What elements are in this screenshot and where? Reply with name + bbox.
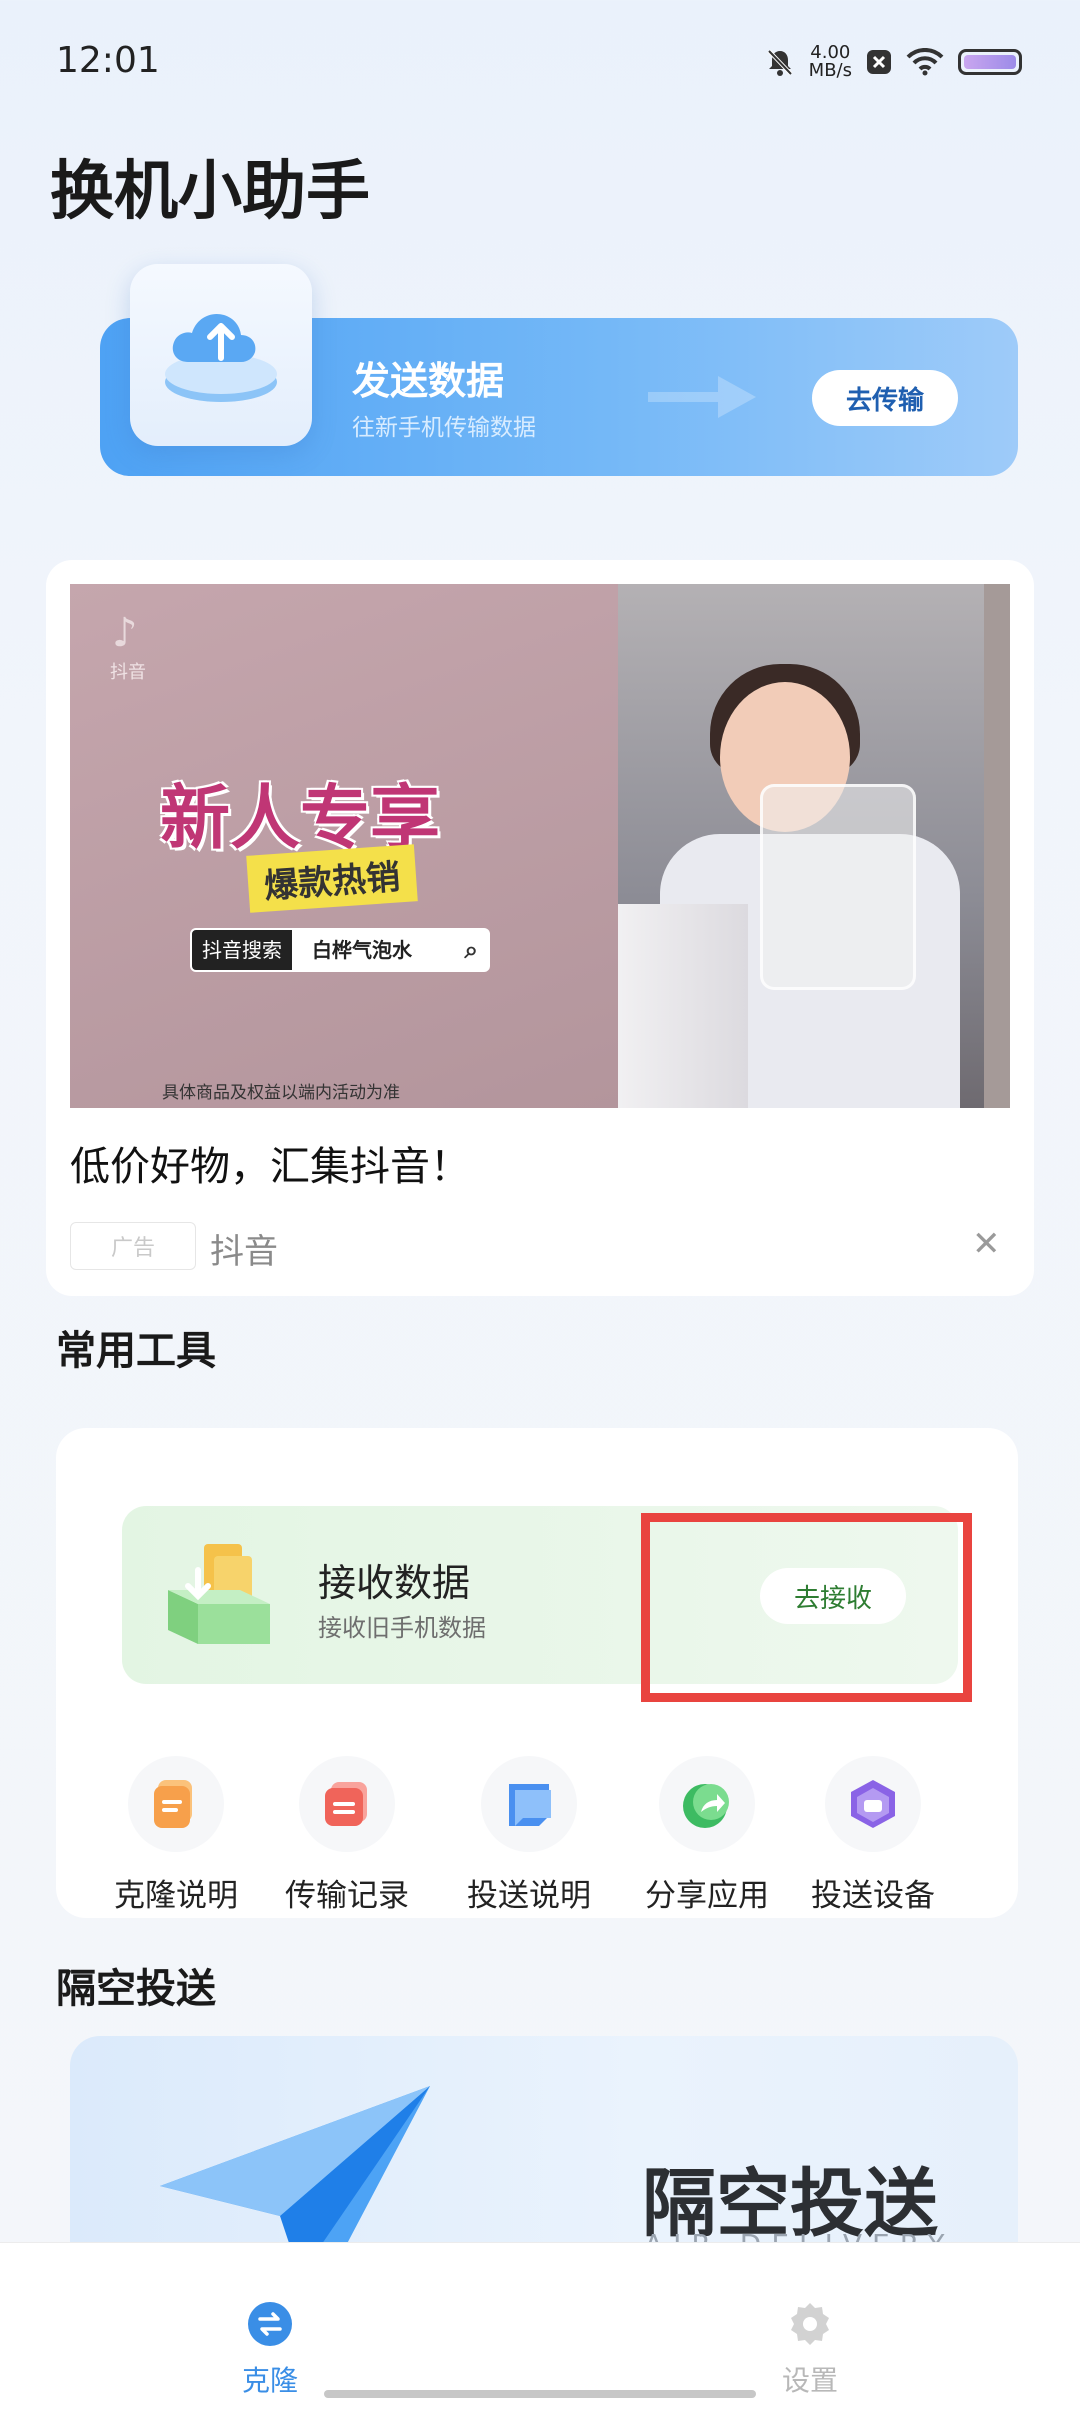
tool-delivery-device[interactable]: 投送设备 — [788, 1756, 958, 1915]
tab-clone[interactable]: 克隆 — [170, 2301, 370, 2399]
clone-doc-icon — [128, 1756, 224, 1852]
delivery-doc-icon — [481, 1756, 577, 1852]
receive-card-title: 接收数据 — [318, 1561, 471, 1605]
arrow-right-icon — [648, 376, 756, 418]
battery-icon — [958, 49, 1022, 75]
ad-search-value: 白桦气泡水 — [292, 930, 488, 970]
tool-label: 投送设备 — [811, 1878, 935, 1914]
ad-caption[interactable]: 低价好物，汇集抖音！ — [70, 1134, 470, 1192]
tool-share-app[interactable]: 分享应用 — [622, 1756, 792, 1915]
tab-label: 设置 — [781, 2364, 838, 2397]
douyin-logo-icon: ♪ — [112, 610, 138, 656]
transfer-record-icon — [299, 1756, 395, 1852]
wifi-icon — [906, 48, 944, 76]
home-indicator[interactable] — [324, 2390, 756, 2398]
highlight-box — [641, 1513, 972, 1702]
send-go-button[interactable]: 去传输 — [812, 370, 958, 426]
notification-x-icon — [867, 50, 891, 74]
tool-label: 分享应用 — [645, 1878, 769, 1914]
network-speed: 4.00 MB/s — [809, 44, 852, 80]
ad-cans — [618, 904, 748, 1108]
air-section-title: 隔空投送 — [56, 1966, 216, 2012]
send-card-title: 发送数据 — [352, 359, 505, 403]
tool-clone-guide[interactable]: 克隆说明 — [91, 1756, 261, 1915]
status-time: 12:01 — [56, 40, 160, 81]
ad-subheadline: 爆款热销 — [246, 844, 418, 913]
cloud-upload-icon — [130, 264, 312, 446]
share-app-icon — [659, 1756, 755, 1852]
ad-disclaimer: 具体商品及权益以端内活动为准 — [162, 1083, 400, 1103]
status-icons: 4.00 MB/s — [765, 44, 1022, 80]
mute-bell-icon — [767, 49, 793, 76]
speed-unit: MB/s — [808, 60, 852, 81]
page-title: 换机小助手 — [50, 155, 370, 229]
receive-box-icon — [168, 1544, 270, 1644]
ad-logo-name: 抖音 — [110, 662, 146, 683]
close-icon[interactable]: ✕ — [972, 1224, 1001, 1264]
gear-icon — [791, 2303, 829, 2345]
ad-badge: 广告 — [70, 1222, 196, 1270]
tool-label: 传输记录 — [285, 1878, 409, 1914]
ad-badge-label: 广告 — [110, 1236, 155, 1261]
ad-jug — [760, 784, 916, 990]
tool-transfer-record[interactable]: 传输记录 — [262, 1756, 432, 1915]
ad-image-edge — [984, 584, 1010, 1108]
tools-section-title: 常用工具 — [56, 1328, 216, 1374]
tab-label: 克隆 — [241, 2364, 298, 2397]
ad-search-tag: 抖音搜索 — [202, 938, 282, 962]
clone-swap-icon — [248, 2302, 292, 2346]
tool-delivery-guide[interactable]: 投送说明 — [444, 1756, 614, 1915]
bottom-tab-bar: 克隆 设置 — [0, 2242, 1080, 2409]
tab-settings[interactable]: 设置 — [710, 2301, 910, 2399]
status-bar: 12:01 4.00 MB/s — [0, 0, 1080, 125]
send-card-subtitle: 往新手机传输数据 — [352, 415, 536, 441]
ad-search-box: 抖音搜索 白桦气泡水 — [190, 928, 490, 972]
tool-label: 投送说明 — [467, 1878, 591, 1914]
receive-card-subtitle: 接收旧手机数据 — [318, 1614, 486, 1642]
ad-image[interactable]: ♪ 抖音 新人专享 爆款热销 抖音搜索 白桦气泡水 具体商品及权益以端内活动为准 — [70, 584, 1010, 1108]
tool-label: 克隆说明 — [114, 1878, 238, 1914]
ad-source: 抖音 — [210, 1232, 278, 1272]
delivery-device-icon — [825, 1756, 921, 1852]
